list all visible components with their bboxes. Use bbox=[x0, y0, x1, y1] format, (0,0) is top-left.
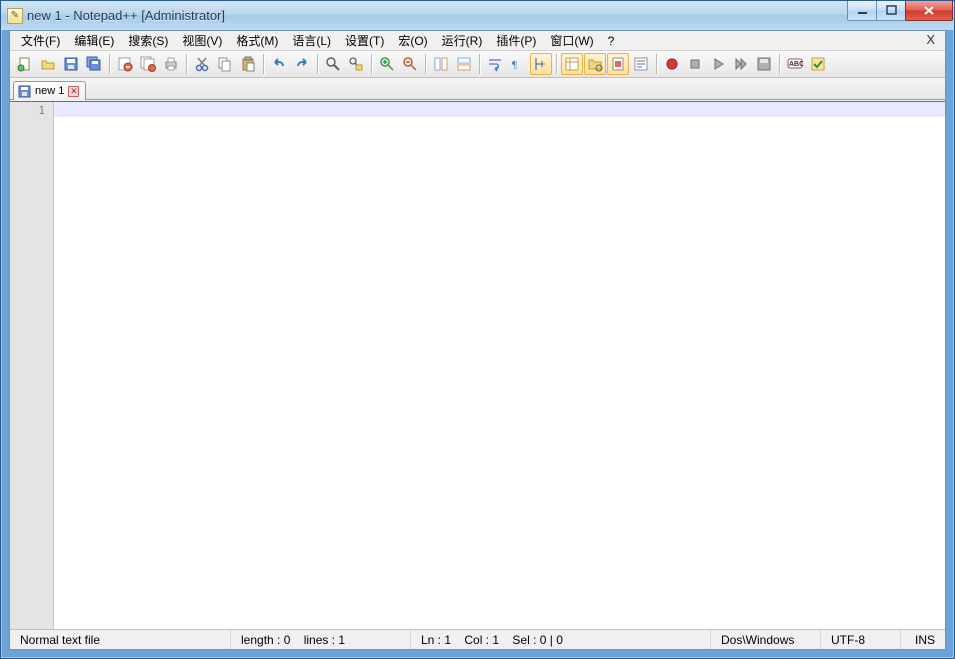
show-all-chars-icon[interactable]: ¶ bbox=[507, 53, 529, 75]
new-file-icon[interactable] bbox=[14, 53, 36, 75]
spellcheck-toggle-icon[interactable] bbox=[807, 53, 829, 75]
status-lines: lines : 1 bbox=[304, 633, 345, 647]
paste-icon[interactable] bbox=[237, 53, 259, 75]
tab-new-1[interactable]: new 1 ✕ bbox=[13, 81, 86, 100]
toolbar-separator bbox=[263, 54, 264, 74]
window-frame: ✎ new 1 - Notepad++ [Administrator] 文件(F… bbox=[0, 0, 955, 659]
status-eol[interactable]: Dos\Windows bbox=[710, 630, 820, 649]
redo-icon[interactable] bbox=[291, 53, 313, 75]
toolbar-separator bbox=[479, 54, 480, 74]
menu-macro[interactable]: 宏(O) bbox=[391, 30, 434, 51]
undo-icon[interactable] bbox=[268, 53, 290, 75]
status-sel: Sel : 0 | 0 bbox=[512, 633, 562, 647]
macro-play-icon[interactable] bbox=[707, 53, 729, 75]
function-list-icon[interactable] bbox=[630, 53, 652, 75]
wordwrap-icon[interactable] bbox=[484, 53, 506, 75]
line-number: 1 bbox=[10, 103, 53, 118]
cut-icon[interactable] bbox=[191, 53, 213, 75]
menubar-close-doc-button[interactable]: X bbox=[922, 32, 939, 47]
menu-window[interactable]: 窗口(W) bbox=[543, 30, 600, 51]
menu-run[interactable]: 运行(R) bbox=[435, 30, 490, 51]
menu-search[interactable]: 搜索(S) bbox=[121, 30, 175, 51]
app-icon: ✎ bbox=[7, 8, 23, 24]
status-encoding[interactable]: UTF-8 bbox=[820, 630, 900, 649]
folder-tree-icon[interactable] bbox=[584, 53, 606, 75]
toolbar-separator bbox=[656, 54, 657, 74]
close-all-icon[interactable] bbox=[137, 53, 159, 75]
sync-horizontal-icon[interactable] bbox=[453, 53, 475, 75]
close-button[interactable] bbox=[905, 1, 953, 21]
menu-file[interactable]: 文件(F) bbox=[14, 30, 67, 51]
svg-text:¶: ¶ bbox=[512, 59, 517, 71]
titlebar[interactable]: ✎ new 1 - Notepad++ [Administrator] bbox=[1, 1, 954, 30]
status-cursor: Ln : 1 Col : 1 Sel : 0 | 0 bbox=[410, 630, 670, 649]
menubar: 文件(F) 编辑(E) 搜索(S) 视图(V) 格式(M) 语言(L) 设置(T… bbox=[10, 31, 945, 51]
macro-stop-icon[interactable] bbox=[684, 53, 706, 75]
minimize-button[interactable] bbox=[847, 1, 877, 21]
replace-icon[interactable] bbox=[345, 53, 367, 75]
open-file-icon[interactable] bbox=[37, 53, 59, 75]
close-file-icon[interactable] bbox=[114, 53, 136, 75]
menu-settings[interactable]: 设置(T) bbox=[338, 30, 391, 51]
copy-icon[interactable] bbox=[214, 53, 236, 75]
sync-vertical-icon[interactable] bbox=[430, 53, 452, 75]
maximize-button[interactable] bbox=[876, 1, 906, 21]
tab-label: new 1 bbox=[35, 85, 64, 97]
spellcheck-icon[interactable]: ABC bbox=[784, 53, 806, 75]
status-filetype: Normal text file bbox=[10, 630, 230, 649]
zoom-in-icon[interactable] bbox=[376, 53, 398, 75]
toolbar-separator bbox=[556, 54, 557, 74]
doc-map-icon[interactable] bbox=[607, 53, 629, 75]
status-insert-mode[interactable]: INS bbox=[900, 630, 945, 649]
disk-icon bbox=[18, 85, 31, 98]
editor: 1 bbox=[10, 101, 945, 629]
menu-format[interactable]: 格式(M) bbox=[229, 30, 285, 51]
macro-record-icon[interactable] bbox=[661, 53, 683, 75]
save-all-icon[interactable] bbox=[83, 53, 105, 75]
menu-plugins[interactable]: 插件(P) bbox=[489, 30, 543, 51]
tabbar: new 1 ✕ bbox=[10, 78, 945, 100]
macro-save-icon[interactable] bbox=[753, 53, 775, 75]
toolbar-separator bbox=[425, 54, 426, 74]
svg-text:ABC: ABC bbox=[789, 61, 803, 68]
text-area[interactable] bbox=[54, 102, 945, 629]
menu-view[interactable]: 视图(V) bbox=[175, 30, 229, 51]
status-length: length : 0 bbox=[241, 633, 290, 647]
user-lang-icon[interactable] bbox=[561, 53, 583, 75]
line-gutter: 1 bbox=[10, 102, 54, 629]
menu-language[interactable]: 语言(L) bbox=[285, 30, 338, 51]
statusbar: Normal text file length : 0 lines : 1 Ln… bbox=[10, 629, 945, 649]
toolbar-separator bbox=[109, 54, 110, 74]
status-length-lines: length : 0 lines : 1 bbox=[230, 630, 410, 649]
toolbar-separator bbox=[371, 54, 372, 74]
tab-close-icon[interactable]: ✕ bbox=[68, 86, 79, 97]
status-col: Col : 1 bbox=[464, 633, 499, 647]
window-title: new 1 - Notepad++ [Administrator] bbox=[27, 8, 225, 23]
macro-play-multi-icon[interactable] bbox=[730, 53, 752, 75]
status-ln: Ln : 1 bbox=[421, 633, 451, 647]
menu-help[interactable]: ? bbox=[601, 32, 622, 50]
client-area: 文件(F) 编辑(E) 搜索(S) 视图(V) 格式(M) 语言(L) 设置(T… bbox=[9, 30, 946, 650]
toolbar-separator bbox=[317, 54, 318, 74]
print-icon[interactable] bbox=[160, 53, 182, 75]
save-icon[interactable] bbox=[60, 53, 82, 75]
toolbar: ¶ ABC bbox=[10, 51, 945, 78]
menu-edit[interactable]: 编辑(E) bbox=[67, 30, 121, 51]
indent-guides-icon[interactable] bbox=[530, 53, 552, 75]
toolbar-separator bbox=[779, 54, 780, 74]
toolbar-separator bbox=[186, 54, 187, 74]
zoom-out-icon[interactable] bbox=[399, 53, 421, 75]
find-icon[interactable] bbox=[322, 53, 344, 75]
window-controls bbox=[848, 1, 953, 21]
